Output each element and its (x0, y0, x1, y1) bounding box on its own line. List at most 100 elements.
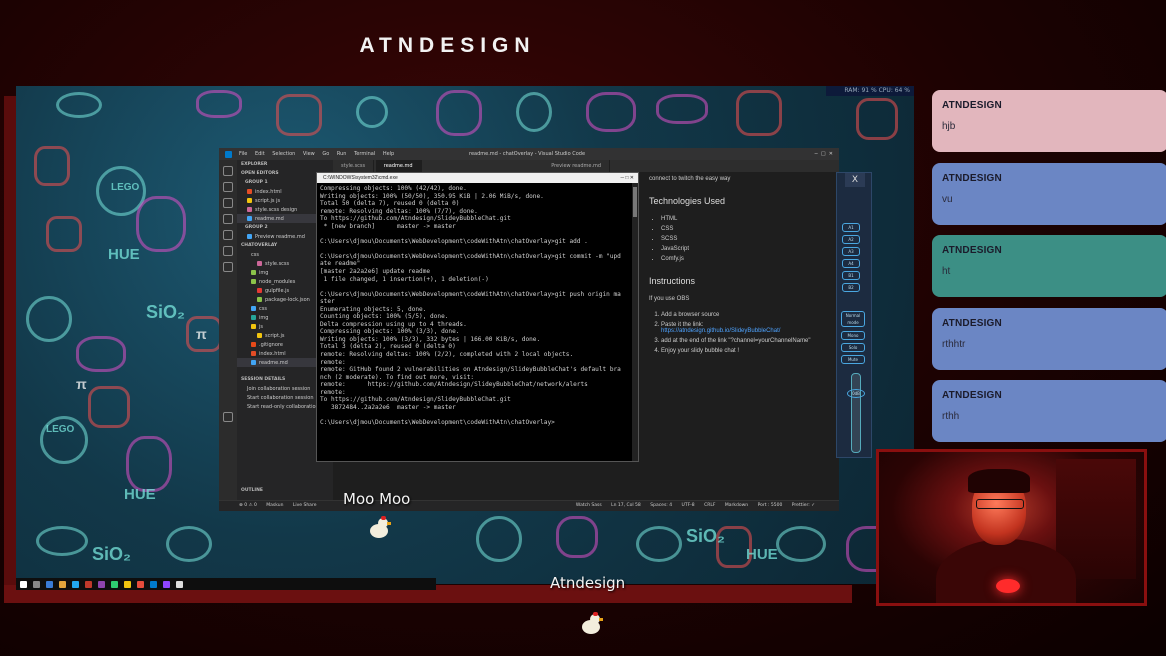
terminal-line: C:\Users\djmou\Documents\WebDevelopment\… (320, 252, 621, 260)
menu-view[interactable]: View (303, 151, 315, 157)
encoding[interactable]: UTF-8 (682, 503, 695, 508)
source-control-icon[interactable] (223, 198, 233, 208)
list-item: Enjoy your slidy bubble chat ! (661, 348, 839, 354)
skull-doodle-icon (856, 98, 898, 140)
file-label: readme.md (255, 215, 284, 222)
scss-file-icon (257, 260, 262, 266)
gain-slider[interactable] (851, 373, 861, 453)
solo-button[interactable]: Solo (841, 343, 865, 352)
taskbar-app-icon[interactable] (137, 580, 144, 588)
scss-file-icon (247, 206, 252, 212)
close-button[interactable]: X (845, 173, 865, 187)
menu-run[interactable]: Run (337, 151, 347, 157)
language-mode[interactable]: Markdown (725, 503, 748, 508)
search-icon[interactable] (33, 580, 40, 588)
taskbar-app-icon[interactable] (111, 580, 118, 588)
menu-selection[interactable]: Selection (272, 151, 295, 157)
minimize-icon[interactable]: ─ (620, 175, 624, 181)
peace-doodle-icon (356, 96, 388, 128)
vscode-taskbar-icon[interactable] (150, 580, 157, 588)
prettier-status[interactable]: Prettier: ✓ (792, 503, 815, 508)
menu-terminal[interactable]: Terminal (354, 151, 375, 157)
scroll-thumb[interactable] (633, 187, 637, 217)
folder-icon (251, 305, 256, 311)
instructions-heading: Instructions (649, 276, 696, 286)
terminal-line: Compressing objects: 100% (3/3), done. (320, 328, 460, 336)
terminal-line: ate readme" (320, 260, 361, 268)
file-label: index.html (259, 350, 286, 357)
close-icon[interactable]: ✕ (630, 175, 634, 181)
gear-icon[interactable] (223, 412, 233, 422)
cmd-terminal-window[interactable]: C:\WINDOWS\system32\cmd.exe ─ □ ✕ Compre… (316, 172, 639, 462)
extensions-icon[interactable] (223, 230, 233, 240)
npm-file-icon (257, 296, 262, 302)
terminal-output: Compressing objects: 100% (42/42), done.… (317, 183, 638, 429)
terminal-line: * [new branch] master -> master (320, 222, 456, 230)
mono-button[interactable]: Mono (841, 331, 865, 340)
taskbar-app-icon[interactable] (72, 580, 79, 588)
line-ending[interactable]: CRLF (704, 503, 715, 508)
run-debug-icon[interactable] (223, 214, 233, 224)
wallpaper-word: SiO₂ (92, 544, 132, 564)
tab-readme[interactable]: readme.md (375, 160, 422, 172)
terminal-line: Writing objects: 100% (50/50), 350.95 Ki… (320, 192, 544, 200)
menu-help[interactable]: Help (383, 151, 394, 157)
chat-username: ATNDESIGN (942, 173, 1002, 184)
taskbar-app-icon[interactable] (98, 580, 105, 588)
vscode-titlebar: File Edit Selection View Go Run Terminal… (219, 148, 839, 160)
close-icon[interactable]: ✕ (829, 151, 833, 157)
checkmark-icon[interactable] (223, 262, 233, 272)
terminal-taskbar-icon[interactable] (176, 580, 183, 588)
chat-text: vu (942, 194, 953, 205)
folder-label: css (251, 251, 259, 258)
taskbar-app-icon[interactable] (46, 580, 53, 588)
maximize-icon[interactable]: □ (821, 151, 826, 157)
terminal-scrollbar[interactable] (632, 183, 638, 461)
outline-heading[interactable]: OUTLINE (237, 486, 267, 495)
indentation[interactable]: Spaces: 4 (650, 503, 672, 508)
user-indicator[interactable]: Maskun (266, 503, 283, 508)
search-icon[interactable] (223, 182, 233, 192)
channel-button[interactable]: A1 (842, 223, 860, 232)
channel-button[interactable]: A3 (842, 247, 860, 256)
taskbar-app-icon[interactable] (59, 580, 66, 588)
wallpaper-word: HUE (746, 546, 778, 563)
channel-button[interactable]: B2 (842, 283, 860, 292)
link[interactable]: https://atndesign.github.io/SlideyBubble… (661, 328, 780, 334)
wallpaper-word: SiO₂ (686, 526, 726, 546)
channel-button[interactable]: B1 (842, 271, 860, 280)
normal-mode-button[interactable]: Normal mode (841, 311, 865, 327)
live-share-icon[interactable] (223, 246, 233, 256)
taskbar-app-icon[interactable] (163, 580, 170, 588)
tab-preview-readme[interactable]: Preview readme.md (543, 160, 611, 172)
terminal-line: ster (320, 298, 335, 306)
terminal-line: 3872484..2a2a2e6 master -> master (320, 403, 456, 411)
live-share-button[interactable]: Live Share (293, 503, 317, 508)
chat-message: ATNDESIGN vu (932, 163, 1166, 225)
rainbow-doodle-icon (656, 94, 708, 124)
explorer-icon[interactable] (223, 166, 233, 176)
live-server-port[interactable]: Port : 5500 (758, 503, 783, 508)
terminal-line: Counting objects: 100% (5/5), done. (320, 313, 449, 321)
menu-go[interactable]: Go (322, 151, 329, 157)
chicken-avatar-icon (578, 612, 604, 638)
window-controls: ─ □ ✕ (620, 173, 634, 183)
list-item: add at the end of the link "?channel=you… (661, 338, 839, 344)
taskbar-app-icon[interactable] (85, 580, 92, 588)
windows-start-icon[interactable] (20, 580, 27, 588)
cat-doodle-icon (556, 516, 598, 558)
menu-file[interactable]: File (239, 151, 247, 157)
minimize-icon[interactable]: ─ (815, 151, 818, 157)
maximize-icon[interactable]: □ (625, 175, 628, 181)
mute-button[interactable]: Mute (841, 355, 865, 364)
channel-button[interactable]: A4 (842, 259, 860, 268)
problems-indicator[interactable]: ⊗ 0 ⚠ 0 (239, 503, 257, 508)
channel-button[interactable]: A2 (842, 235, 860, 244)
taskbar-app-icon[interactable] (124, 580, 131, 588)
tab-style-scss[interactable]: style.scss (333, 160, 375, 172)
folder-icon (251, 323, 256, 329)
cursor-position[interactable]: Ln 17, Col 58 (611, 503, 641, 508)
watch-sass-button[interactable]: Watch Sass (576, 503, 602, 508)
menu-edit[interactable]: Edit (255, 151, 265, 157)
